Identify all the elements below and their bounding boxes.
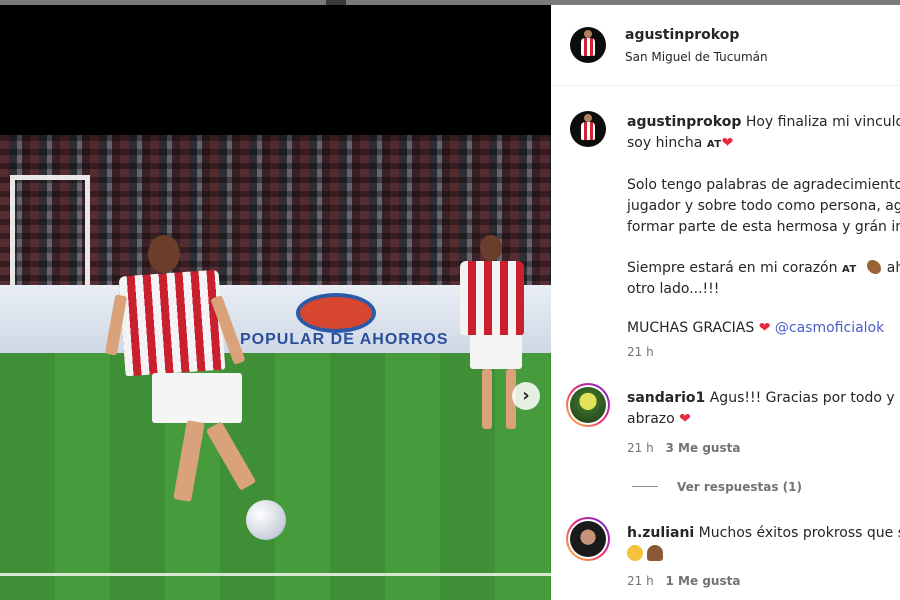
author-username[interactable]: agustinprokop: [625, 27, 739, 43]
comment-1-line-2: abrazo ❤: [627, 411, 691, 427]
caption-avatar[interactable]: [570, 111, 606, 147]
caption-para2-line3: formar parte de esta hermosa y grán in: [627, 219, 900, 235]
post-location[interactable]: San Miguel de Tucumán: [625, 50, 768, 64]
caption-line-2: soy hincha AT❤: [627, 135, 734, 151]
flexed-biceps-icon: [866, 260, 881, 274]
caption-username[interactable]: agustinprokop: [627, 114, 741, 130]
praying-hands-emoji-icon: [647, 545, 664, 561]
photo-player-background: [452, 235, 542, 445]
caption-time[interactable]: 21 h: [627, 345, 654, 359]
photo-ball: [246, 500, 286, 540]
comment-2-line-1: h.zuliani Muchos éxitos prokross que se: [627, 525, 900, 541]
comment-2-time[interactable]: 21 h: [627, 574, 654, 588]
comment-2-meta: 21 h 1 Me gusta: [627, 574, 740, 588]
next-image-button[interactable]: ›: [512, 382, 540, 410]
caption-line-1: agustinprokop Hoy finaliza mi vinculo c: [627, 114, 900, 130]
comment-2-likes[interactable]: 1 Me gusta: [666, 574, 741, 588]
comment-1-avatar[interactable]: [566, 383, 610, 427]
comment-1-line-1: sandario1 Agus!!! Gracias por todo y mu: [627, 390, 900, 406]
caption-para3-line1: Siempre estará en mi corazón AT ah: [627, 260, 900, 276]
comment-2-avatar[interactable]: [566, 517, 610, 561]
author-avatar[interactable]: [570, 27, 606, 63]
post-media: POPULAR DE AHORROS ›: [0, 5, 551, 600]
comment-1-likes[interactable]: 3 Me gusta: [666, 441, 741, 455]
caption-para2-line2: jugador y sobre todo como persona, ag: [627, 198, 900, 214]
photo-ad-logo: [296, 293, 376, 333]
chevron-right-icon: ›: [522, 385, 530, 406]
heart-emoji-icon: ❤: [758, 320, 771, 336]
view-replies-button[interactable]: Ver respuestas (1): [677, 480, 802, 494]
at-tag: AT: [706, 139, 722, 150]
caption-para4: MUCHAS GRACIAS ❤ @casmoficialok: [627, 320, 885, 336]
post-side-panel: agustinprokop San Miguel de Tucumán agus…: [551, 5, 900, 600]
replies-divider: [632, 486, 658, 487]
post-header: agustinprokop San Miguel de Tucumán: [551, 5, 900, 86]
comment-2-username[interactable]: h.zuliani: [627, 525, 694, 541]
caption-para2-line1: Solo tengo palabras de agradecimiento: [627, 177, 900, 193]
heart-emoji-icon: ❤: [679, 411, 691, 427]
photo-ad-text: POPULAR DE AHORROS: [240, 331, 449, 348]
comment-2-line-2: [627, 544, 664, 565]
photo-player-main: [104, 235, 270, 535]
heart-eyes-emoji-icon: [627, 545, 643, 561]
comment-1-meta: 21 h 3 Me gusta: [627, 441, 740, 455]
comment-1-username[interactable]: sandario1: [627, 390, 705, 406]
heart-emoji-icon: ❤: [721, 135, 734, 151]
mention-link[interactable]: @casmoficialok: [775, 320, 884, 336]
comment-1-time[interactable]: 21 h: [627, 441, 654, 455]
caption-para3-line2: otro lado...!!!: [627, 281, 720, 297]
